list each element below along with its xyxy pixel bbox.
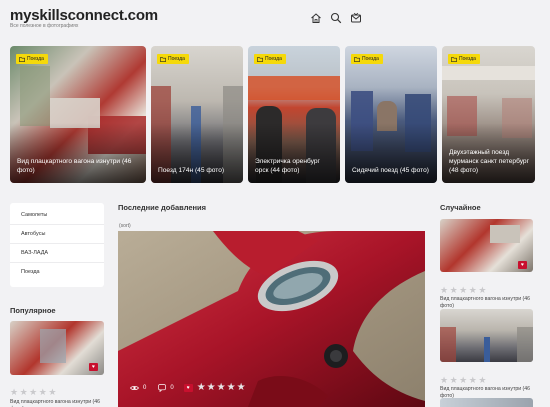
- hero-badge[interactable]: Поезда: [448, 54, 480, 64]
- random-title: Случайное: [440, 203, 481, 212]
- post-meta: 0 0 ♥ ★ ★ ★ ★ ★: [130, 383, 246, 393]
- star-icon[interactable]: ★: [10, 388, 18, 397]
- random-caption-1[interactable]: Вид плацкартного вагона изнутри (46 фото…: [440, 296, 535, 310]
- star-icon[interactable]: ★: [207, 383, 216, 393]
- site-tagline: Все полезное в фотографиях: [10, 23, 79, 29]
- star-icon[interactable]: ★: [48, 388, 56, 397]
- mail-icon[interactable]: [350, 12, 362, 24]
- random-thumb-3[interactable]: [440, 398, 533, 407]
- category-item-buses[interactable]: Автобусы: [10, 225, 104, 244]
- hero-badge-label: Поезда: [459, 56, 476, 62]
- star-icon[interactable]: ★: [197, 383, 206, 393]
- comment-icon[interactable]: [158, 384, 167, 392]
- star-icon[interactable]: ★: [459, 376, 467, 385]
- star-icon[interactable]: ★: [237, 383, 246, 393]
- hero-card-4[interactable]: Поезда Сидячий поезд (45 фото): [345, 46, 437, 183]
- star-icon[interactable]: ★: [20, 388, 28, 397]
- hero-badge-label: Поезда: [168, 56, 185, 62]
- folder-icon: [160, 56, 166, 62]
- hero-card-2[interactable]: Поезда Поезд 174н (45 фото): [151, 46, 243, 183]
- heart-icon[interactable]: ♥: [518, 261, 527, 269]
- heart-icon[interactable]: ♥: [89, 363, 98, 371]
- heart-icon[interactable]: ♥: [183, 384, 193, 392]
- search-icon[interactable]: [330, 12, 342, 24]
- category-list: Самолеты Автобусы ВАЗ-ЛАДА Поезда: [10, 203, 104, 287]
- scooter-photo: [118, 231, 425, 407]
- popular-title: Популярное: [10, 306, 56, 315]
- hero-card-5[interactable]: Поезда Двухэтажный поезд мурманск санкт …: [442, 46, 535, 183]
- hero-caption[interactable]: Поезд 174н (45 фото): [158, 166, 237, 175]
- comments-count: 0: [170, 385, 174, 391]
- hero-caption[interactable]: Двухэтажный поезд мурманск санкт петербу…: [449, 148, 529, 175]
- site-header: myskillsconnect.com Все полезное в фотог…: [0, 0, 550, 40]
- star-icon[interactable]: ★: [478, 376, 486, 385]
- hero-badge[interactable]: Поезда: [157, 54, 189, 64]
- star-icon[interactable]: ★: [227, 383, 236, 393]
- hero-badge-label: Поезда: [362, 56, 379, 62]
- folder-icon: [354, 56, 360, 62]
- rating-stars[interactable]: ★ ★ ★ ★ ★: [440, 286, 486, 295]
- category-item-planes[interactable]: Самолеты: [10, 206, 104, 225]
- folder-icon: [257, 56, 263, 62]
- rating-stars[interactable]: ★ ★ ★ ★ ★: [197, 383, 246, 393]
- hero-badge[interactable]: Поезда: [254, 54, 286, 64]
- folder-icon: [19, 56, 25, 62]
- popular-thumb[interactable]: ♥: [10, 321, 104, 375]
- random-thumb-2[interactable]: [440, 309, 533, 362]
- site-logo[interactable]: myskillsconnect.com: [10, 7, 158, 24]
- eye-icon: [130, 386, 139, 390]
- star-icon[interactable]: ★: [450, 286, 458, 295]
- star-icon[interactable]: ★: [440, 376, 448, 385]
- star-icon[interactable]: ★: [478, 286, 486, 295]
- views-count: 0: [143, 385, 147, 391]
- star-icon[interactable]: ★: [440, 286, 448, 295]
- star-icon[interactable]: ★: [217, 383, 226, 393]
- folder-icon: [451, 56, 457, 62]
- hero-caption[interactable]: Вид плацкартного вагона изнутри (46 фото…: [17, 157, 140, 175]
- random-thumb-1[interactable]: ♥: [440, 219, 533, 272]
- star-icon[interactable]: ★: [39, 388, 47, 397]
- hero-caption[interactable]: Электричка оренбург орск (44 фото): [255, 157, 334, 175]
- popular-caption[interactable]: Вид плацкартного вагона изнутри (46 фото…: [10, 399, 104, 407]
- star-icon[interactable]: ★: [450, 376, 458, 385]
- hero-badge[interactable]: Поезда: [16, 54, 48, 64]
- category-item-vaz-lada[interactable]: ВАЗ-ЛАДА: [10, 244, 104, 263]
- rating-stars[interactable]: ★ ★ ★ ★ ★: [10, 388, 56, 397]
- hero-badge-label: Поезда: [27, 56, 44, 62]
- category-item-trains[interactable]: Поезда: [10, 263, 104, 282]
- star-icon[interactable]: ★: [469, 286, 477, 295]
- home-icon[interactable]: [310, 12, 322, 24]
- latest-title: Последние добавления: [118, 203, 207, 212]
- star-icon[interactable]: ★: [469, 376, 477, 385]
- hero-card-1[interactable]: Поезда Вид плацкартного вагона изнутри (…: [10, 46, 146, 183]
- hero-badge[interactable]: Поезда: [351, 54, 383, 64]
- rating-stars[interactable]: ★ ★ ★ ★ ★: [440, 376, 486, 385]
- star-icon[interactable]: ★: [29, 388, 37, 397]
- hero-card-3[interactable]: Поезда Электричка оренбург орск (44 фото…: [248, 46, 340, 183]
- sort-label[interactable]: (sort): [119, 223, 131, 229]
- hero-caption[interactable]: Сидячий поезд (45 фото): [352, 166, 431, 175]
- latest-main-image[interactable]: [118, 231, 425, 407]
- star-icon[interactable]: ★: [459, 286, 467, 295]
- hero-badge-label: Поезда: [265, 56, 282, 62]
